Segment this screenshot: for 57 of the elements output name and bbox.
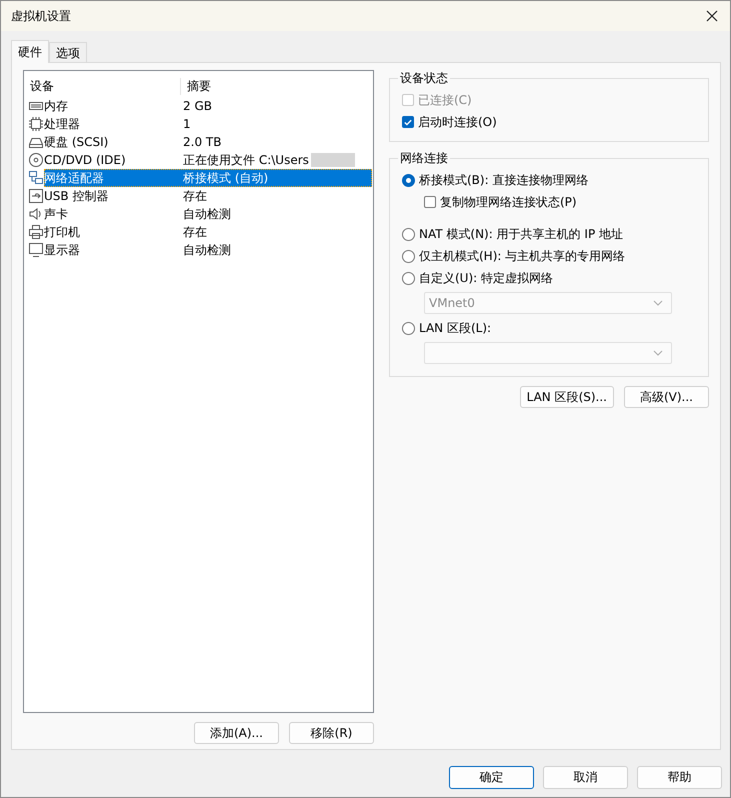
list-button[interactable]: 移除(R): [289, 722, 374, 744]
radio-label: NAT 模式(N): 用于共享主机的 IP 地址: [419, 226, 623, 242]
selected-row-highlight[interactable]: 网络适配器 桥接模式 (自动): [44, 169, 372, 187]
column-header[interactable]: 设备: [24, 78, 181, 94]
radio-button[interactable]: [402, 228, 415, 240]
usb-icon: [28, 188, 44, 204]
device-cell-text: 打印机: [44, 224, 81, 240]
radio-label: 仅主机模式(H): 与主机共享的专用网络: [419, 248, 626, 264]
checkbox-label: 已连接(C): [418, 92, 472, 108]
caret-icon: [653, 300, 663, 306]
radio-label: 自定义(U): 特定虚拟网络: [419, 270, 554, 286]
device-cell-text: 硬盘 (SCSI): [44, 134, 110, 150]
device-cell-text: 声卡: [44, 206, 69, 222]
window-title: 虚拟机设置: [11, 8, 71, 24]
summary-cell: 桥接模式 (自动): [183, 170, 268, 186]
summary-cell: 自动检测: [183, 242, 231, 258]
checkbox[interactable]: [402, 116, 414, 128]
summary-cell: 1: [183, 117, 191, 131]
group-title: 设备状态: [399, 70, 449, 87]
tab[interactable]: 硬件: [11, 40, 49, 63]
disc-icon: [28, 152, 44, 168]
dialog-button[interactable]: 确定: [449, 766, 534, 789]
summary-cell: 正在使用文件 C:\Users: [183, 152, 309, 168]
monitor-icon: [28, 242, 44, 258]
group-title: 网络连接: [399, 150, 449, 167]
close-icon[interactable]: [706, 10, 718, 22]
network-icon: [28, 170, 44, 186]
checkbox[interactable]: [424, 196, 436, 208]
dialog-button[interactable]: 取消: [543, 766, 628, 789]
summary-cell: 2 GB: [183, 99, 212, 113]
summary-cell: 存在: [183, 188, 207, 204]
network-button[interactable]: 高级(V)...: [624, 386, 709, 408]
caret-icon: [653, 350, 663, 356]
summary-cell: 存在: [183, 224, 207, 240]
device-cell-text: 内存: [44, 98, 69, 114]
device-cell-text: CD/DVD (IDE): [44, 153, 127, 167]
network-button[interactable]: LAN 区段(S)...: [520, 386, 614, 408]
checkbox-label: 启动时连接(O): [418, 114, 497, 130]
device-cell-text: 显示器: [44, 242, 81, 258]
radio-button[interactable]: [402, 174, 415, 186]
list-button[interactable]: 添加(A)...: [194, 722, 279, 744]
summary-cell: 自动检测: [183, 206, 231, 222]
column-header[interactable]: 摘要: [181, 78, 211, 94]
radio-button[interactable]: [402, 250, 415, 262]
tab[interactable]: 选项: [49, 42, 87, 62]
dialog-button[interactable]: 帮助: [637, 766, 722, 789]
radio-label: 桥接模式(B): 直接连接物理网络: [419, 172, 588, 188]
device-cell-text: 处理器: [44, 116, 81, 132]
radio-label: LAN 区段(L):: [419, 320, 492, 336]
device-cell-text: 网络适配器: [44, 170, 105, 186]
radio-button[interactable]: [402, 322, 415, 334]
checkbox-label: 复制物理网络连接状态(P): [440, 194, 577, 210]
radio-button[interactable]: [402, 272, 415, 284]
chip-icon: [28, 116, 44, 132]
summary-cell: 2.0 TB: [183, 135, 222, 149]
printer-icon: [28, 224, 44, 240]
device-cell-text: USB 控制器: [44, 188, 110, 204]
